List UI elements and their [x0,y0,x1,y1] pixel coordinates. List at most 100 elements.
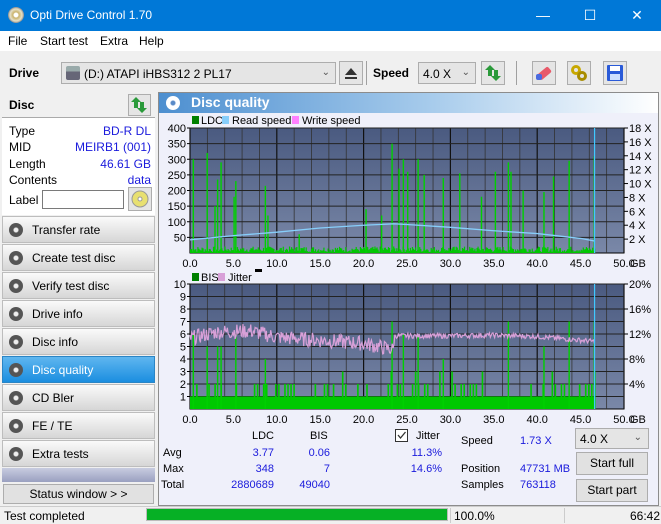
nav-item-fe-te[interactable]: FE / TE [2,412,155,439]
ldc-bar [567,249,569,253]
bis-bar [423,384,426,409]
x-tick-label: 0.0 [182,414,197,423]
bis-bar [265,384,268,409]
nav-item-extra-tests[interactable]: Extra tests [2,440,155,467]
nav-item-verify-test-disc[interactable]: Verify test disc [2,272,155,299]
ldc-bar [262,247,265,253]
ldc-bar [451,248,453,253]
disc-refresh-button[interactable] [128,94,151,116]
ldc-bar [330,251,332,253]
refresh-speed-button[interactable] [481,61,505,85]
nav-item-cd-bler[interactable]: CD Bler [2,384,155,411]
charts-area: LDC Read speed Write speed 4003503002502… [168,115,653,423]
ldc-bar [449,249,451,253]
ldc-spike [380,215,383,253]
ldc-bar [525,249,527,253]
ldc-spike [233,196,235,253]
disc-label-input[interactable] [42,190,124,209]
maximize-button[interactable]: ☐ [567,0,613,31]
bis-legend-label: BIS [201,272,219,284]
ldc-bar [314,249,317,253]
menu-bar: File Start test Extra Help [0,31,661,51]
window-title: Opti Drive Control 1.70 [30,8,153,22]
nav-item-disc-info[interactable]: Disc info [2,328,155,355]
main-title: Disc quality [191,94,270,110]
jitter-checkbox[interactable] [395,429,408,442]
ldc-bar [576,250,578,253]
ldc-bar [513,251,516,253]
position-label: Position [461,463,501,475]
nav-item-drive-info[interactable]: Drive info [2,300,155,327]
bis-bar [284,384,286,409]
ldc-bar [305,247,307,253]
nav-disc-icon [9,447,23,461]
refresh-arrows-icon [485,65,501,81]
ldc-bar [549,250,551,253]
ldc-bar [212,246,215,253]
y-tick-label-left: 6 [180,329,186,341]
nav-item-label: Verify test disc [32,279,110,293]
save-button[interactable] [603,61,627,85]
ldc-bar [435,249,438,253]
erase-button[interactable] [532,61,556,85]
ldc-bar [531,248,533,253]
minimize-button[interactable]: — [520,0,566,31]
ldc-bar [361,249,364,253]
ldc-bar [475,251,477,253]
y-tick-label-left: 5 [180,342,186,354]
close-button[interactable]: ✕ [614,0,660,31]
ldc-bar [485,247,488,253]
nav-item-create-test-disc[interactable]: Create test disc [2,244,155,271]
ldc-bar [374,246,376,253]
test-speed-select[interactable]: 4.0 X ⌄ [575,428,649,449]
progress-bar [146,508,448,521]
ldc-bar [409,247,411,253]
drive-select[interactable]: (D:) ATAPI iHBS312 2 PL17 ⌄ [61,62,336,84]
ldc-bar [302,248,304,253]
start-full-button[interactable]: Start full [576,452,648,475]
disc-label-button[interactable] [128,187,152,211]
speed-select[interactable]: 4.0 X ⌄ [418,62,476,84]
settings-button[interactable] [567,61,591,85]
y-tick-label-right: 18 X [629,123,652,135]
bis-bar [481,371,484,409]
ldc-bar [236,247,239,253]
ldc-bar [438,251,441,253]
menu-file[interactable]: File [8,34,27,48]
ldc-bar [433,246,435,253]
ldc-bar [527,252,529,253]
ldc-bar [419,247,421,253]
menu-extra[interactable]: Extra [100,34,128,48]
ldc-bar [250,248,252,253]
ldc-spike [220,162,222,253]
y-tick-label-right: 16 X [629,137,652,149]
ldc-bar [243,248,245,253]
status-window-button[interactable]: Status window > > [3,484,154,504]
bis-bar [262,384,265,409]
ldc-bar [477,246,479,253]
menu-start-test[interactable]: Start test [40,34,88,48]
bis-bar [578,384,581,409]
ldc-bar [231,250,233,253]
menu-help[interactable]: Help [139,34,164,48]
bis-spike [216,346,219,409]
disc-contents-value: data [127,173,151,187]
nav-item-disc-quality[interactable]: Disc quality [2,356,155,383]
ldc-bar [225,249,227,253]
nav-item-transfer-rate[interactable]: Transfer rate [2,216,155,243]
nav-item-label: Create test disc [32,251,116,265]
ldc-bar [280,247,282,253]
ldc-bar [337,250,340,253]
y-tick-label-right: 14 X [629,151,652,163]
ldc-bar [311,247,314,253]
start-part-button[interactable]: Start part [576,479,648,502]
ldc-bar [416,251,418,253]
ldc-bar [404,251,406,253]
ldc-bar [289,249,292,253]
ldc-bar [355,246,357,253]
ldc-bar [592,247,594,253]
ldc-bar [479,250,481,253]
x-tick-label: 25.0 [396,258,417,270]
bis-jitter-chart: 109876543210.0 5.0 10.0 15.0 20.0 25.0 30.0 35.… [174,279,651,423]
eject-button[interactable] [339,61,363,85]
